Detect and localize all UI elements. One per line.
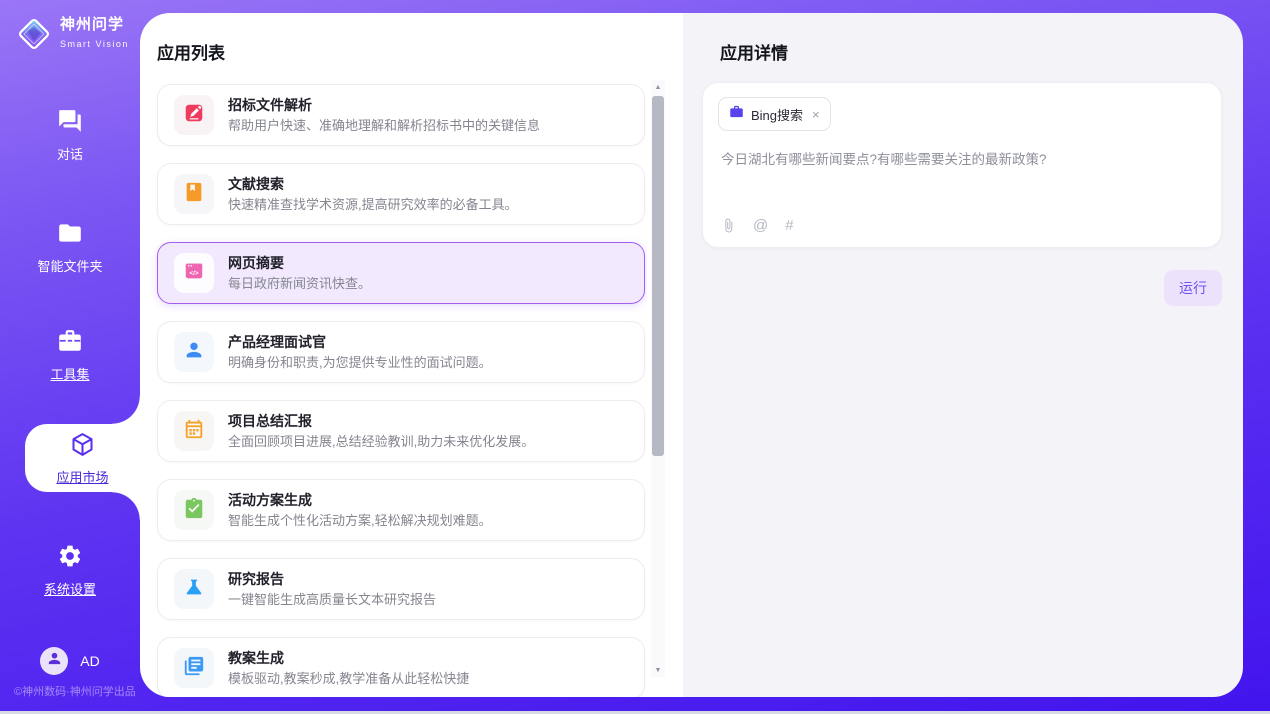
app-card-title: 活动方案生成 [228,492,492,508]
folder-icon [57,233,83,250]
gear-icon [57,556,83,573]
sidebar-item-label: 对话 [0,144,140,163]
app-list-panel: 应用列表 招标文件解析 帮助用户快速、准确地理解和解析招标书中的关键信息 文献搜… [140,13,683,697]
app-card-title: 教案生成 [228,650,469,666]
copyright: ©神州数码·神州问学出品 [14,683,136,699]
sidebar-item-label: 系统设置 [0,579,140,598]
app-card-desc: 智能生成个性化活动方案,轻松解决规划难题。 [228,513,492,528]
sidebar-item-label: 工具集 [0,364,140,383]
app-card-title: 招标文件解析 [228,97,540,113]
briefcase-icon [729,104,744,124]
brand-name: 神州问学 [60,16,124,33]
app-card[interactable]: 研究报告 一键智能生成高质量长文本研究报告 [157,558,645,620]
sidebar-item-label: 智能文件夹 [0,256,140,275]
scrollbar-thumb[interactable] [652,96,664,456]
chat-icon [57,121,83,138]
app-list: 招标文件解析 帮助用户快速、准确地理解和解析招标书中的关键信息 文献搜索 快速精… [140,75,647,697]
sidebar-item-工具集[interactable]: 工具集 [0,328,140,383]
app-card[interactable]: 产品经理面试官 明确身份和职责,为您提供专业性的面试问题。 [157,321,645,383]
calendar-icon [183,418,205,445]
sidebar-item-label: 应用市场 [56,467,108,486]
app-card-desc: 每日政府新闻资讯快查。 [228,276,371,291]
web-code-icon: </> [183,260,205,287]
flask-icon [183,576,205,603]
app-card[interactable]: 教案生成 模板驱动,教案秒成,教学准备从此轻松快捷 [157,637,645,697]
sidebar-item-对话[interactable]: 对话 [0,108,140,163]
app-card-title: 网页摘要 [228,255,371,271]
sidebar-item-智能文件夹[interactable]: 智能文件夹 [0,220,140,275]
tag-close-icon[interactable]: × [812,107,820,122]
toolbox-icon [57,341,83,358]
brand-subtitle: Smart Vision [60,39,129,49]
app-card-title: 产品经理面试官 [228,334,492,350]
app-card-desc: 模板驱动,教案秒成,教学准备从此轻松快捷 [228,671,469,686]
sidebar-item-应用市场[interactable]: 应用市场 [25,424,140,492]
app-card-title: 研究报告 [228,571,436,587]
person-icon [183,339,205,366]
app-card-desc: 帮助用户快速、准确地理解和解析招标书中的关键信息 [228,118,540,133]
query-card[interactable]: Bing搜索 × 今日湖北有哪些新闻要点?有哪些需要关注的最新政策? @ # [702,82,1222,248]
app-list-title: 应用列表 [157,39,225,64]
app-detail-title: 应用详情 [720,39,788,64]
attach-toolbar: @ # [721,217,794,234]
person-icon [46,650,63,672]
run-button[interactable]: 运行 [1164,270,1222,306]
books-icon [183,655,205,682]
svg-text:</>: </> [189,270,199,277]
query-text[interactable]: 今日湖北有哪些新闻要点?有哪些需要关注的最新政策? [721,151,1203,169]
sidebar: 神州问学 Smart Vision 对话智能文件夹工具集应用市场系统设置 AD … [0,0,140,711]
app-card-desc: 一键智能生成高质量长文本研究报告 [228,592,436,607]
app-card[interactable]: </> 网页摘要 每日政府新闻资讯快查。 [157,242,645,304]
scrollbar[interactable]: ▲ ▼ [651,80,665,677]
clipboard-check-icon [183,497,205,524]
hashtag-icon[interactable]: # [785,217,793,234]
app-card-title: 项目总结汇报 [228,413,534,429]
scroll-up-button[interactable]: ▲ [651,80,665,94]
app-card-desc: 全面回顾项目进展,总结经验教训,助力未来优化发展。 [228,434,534,449]
cube-icon [69,431,96,463]
brand-logo: 神州问学 Smart Vision [15,15,140,53]
book-icon [183,181,205,208]
content-area: 应用列表 招标文件解析 帮助用户快速、准确地理解和解析招标书中的关键信息 文献搜… [140,13,1243,697]
paperclip-icon[interactable] [721,218,736,233]
app-card-title: 文献搜索 [228,176,518,192]
app-card[interactable]: 文献搜索 快速精准查找学术资源,提高研究效率的必备工具。 [157,163,645,225]
app-card[interactable]: 项目总结汇报 全面回顾项目进展,总结经验教训,助力未来优化发展。 [157,400,645,462]
mention-icon[interactable]: @ [753,217,768,234]
edit-square-icon [183,102,205,129]
user-row[interactable]: AD [0,647,140,675]
app-card[interactable]: 活动方案生成 智能生成个性化活动方案,轻松解决规划难题。 [157,479,645,541]
user-initials: AD [80,653,99,669]
app-window: 神州问学 Smart Vision 对话智能文件夹工具集应用市场系统设置 AD … [0,0,1270,714]
app-detail-panel: 应用详情 Bing搜索 × 今日湖北有哪些新闻要点?有哪些需要关注的最新政策? … [683,13,1243,697]
app-card[interactable]: 招标文件解析 帮助用户快速、准确地理解和解析招标书中的关键信息 [157,84,645,146]
avatar [40,647,68,675]
tool-tag[interactable]: Bing搜索 × [718,97,831,131]
app-card-desc: 快速精准查找学术资源,提高研究效率的必备工具。 [228,197,518,212]
brand-diamond-icon [15,15,53,53]
tool-tag-label: Bing搜索 [751,105,803,124]
sidebar-item-系统设置[interactable]: 系统设置 [0,543,140,598]
app-card-desc: 明确身份和职责,为您提供专业性的面试问题。 [228,355,492,370]
scroll-down-button[interactable]: ▼ [651,663,665,677]
